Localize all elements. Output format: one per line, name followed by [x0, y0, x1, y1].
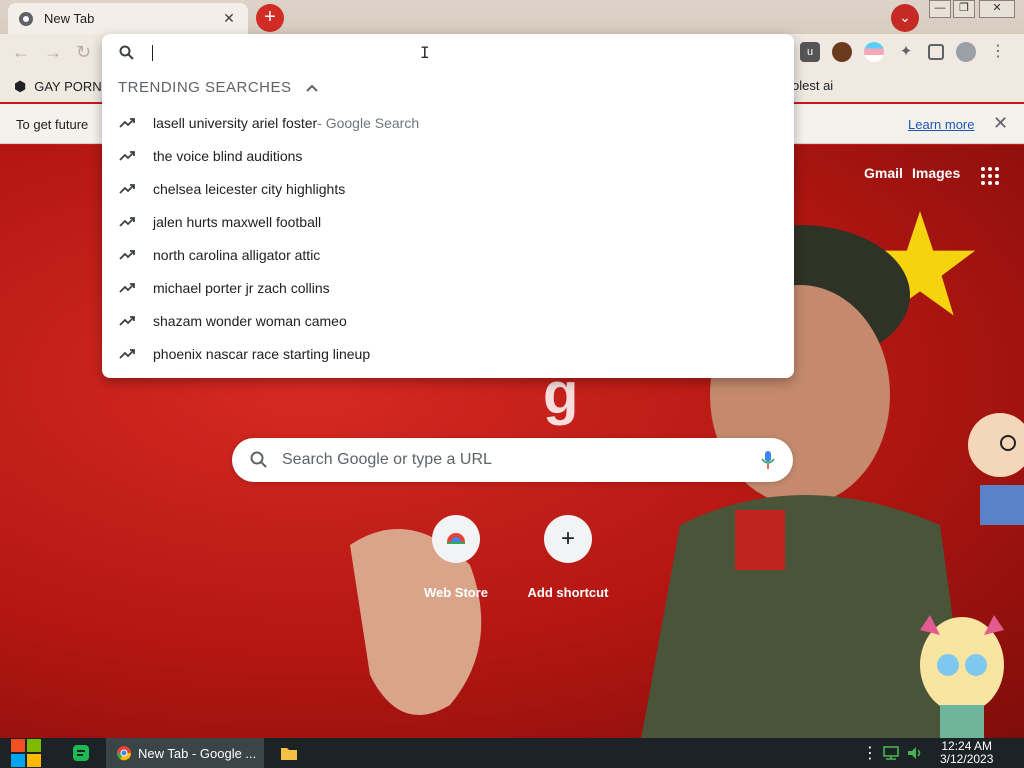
- shortcut-label: Add shortcut: [527, 585, 609, 600]
- suggestion-suffix: - Google Search: [317, 114, 420, 131]
- start-button[interactable]: [10, 738, 42, 768]
- search-icon: [119, 45, 134, 60]
- suggestion-row[interactable]: michael porter jr zach collins: [102, 271, 794, 304]
- microphone-icon[interactable]: [761, 450, 775, 470]
- taskbar-app-green[interactable]: [72, 738, 90, 768]
- bookmark-label: olest ai: [792, 78, 834, 93]
- overflow-icon[interactable]: ⋮: [862, 738, 878, 768]
- suggestion-row[interactable]: north carolina alligator attic: [102, 238, 794, 271]
- close-window-button[interactable]: ✕: [979, 0, 1015, 18]
- tab-close-icon[interactable]: ✕: [220, 10, 238, 27]
- suggestion-text: lasell university ariel foster: [153, 114, 318, 131]
- info-message: To get future: [16, 117, 89, 132]
- trending-up-icon: [119, 348, 135, 359]
- suggestion-row[interactable]: phoenix nascar race starting lineup: [102, 337, 794, 370]
- shortcut-add[interactable]: + Add shortcut: [513, 515, 623, 600]
- shortcut-web-store[interactable]: Web Store: [401, 515, 511, 600]
- tab-title: New Tab: [44, 11, 95, 26]
- taskbar: New Tab - Google ... ⋮ 12:24 AM 3/12/202…: [0, 738, 1024, 768]
- avatar-extension-icon[interactable]: [832, 42, 852, 62]
- suggestion-text: jalen hurts maxwell football: [153, 213, 322, 230]
- suggestion-row[interactable]: shazam wonder woman cameo: [102, 304, 794, 337]
- apps-grid-icon[interactable]: [980, 166, 1000, 186]
- trending-up-icon: [119, 249, 135, 260]
- images-link[interactable]: Images: [912, 165, 960, 181]
- extensions-area: u ✦ ⋮: [800, 42, 1008, 62]
- bookmark-item[interactable]: ⬢ GAY PORN: [14, 78, 102, 95]
- suggestion-text: chelsea leicester city highlights: [153, 180, 346, 197]
- chat-app-icon: [73, 745, 89, 761]
- plus-icon: +: [544, 515, 592, 563]
- windows-logo-icon: [11, 739, 41, 767]
- shortcut-label: Web Store: [423, 585, 489, 600]
- close-infobar-icon[interactable]: ✕: [993, 113, 1008, 134]
- flag-extension-icon[interactable]: [864, 42, 884, 62]
- volume-icon[interactable]: [906, 738, 924, 768]
- mouse-ibeam-cursor-icon: I: [420, 43, 430, 62]
- chevron-up-icon[interactable]: [305, 84, 318, 92]
- taskbar-chrome[interactable]: New Tab - Google ...: [106, 738, 264, 768]
- trending-header-label: TRENDING SEARCHES: [118, 79, 292, 96]
- trending-up-icon: [119, 216, 135, 227]
- web-store-icon: [432, 515, 480, 563]
- suggestion-text: the voice blind auditions: [153, 147, 303, 164]
- suggestion-text: north carolina alligator attic: [153, 246, 321, 263]
- cartoon-star-character-image: [920, 615, 1004, 738]
- taskbar-chrome-label: New Tab - Google ...: [138, 745, 257, 761]
- search-icon: [250, 451, 267, 468]
- taskbar-file-explorer[interactable]: [280, 738, 298, 768]
- search-placeholder: Search Google or type a URL: [282, 451, 492, 468]
- suggestion-row[interactable]: chelsea leicester city highlights: [102, 172, 794, 205]
- suggestion-row[interactable]: jalen hurts maxwell football: [102, 205, 794, 238]
- bookmark-favicon-icon: ⬢: [14, 78, 27, 94]
- folder-icon: [281, 748, 297, 760]
- ublock-icon[interactable]: u: [800, 42, 820, 62]
- forward-icon[interactable]: →: [44, 42, 62, 63]
- new-tab-button[interactable]: +: [256, 4, 284, 32]
- trending-up-icon: [119, 183, 135, 194]
- reload-icon[interactable]: ↻: [76, 42, 91, 63]
- restore-button[interactable]: ❐: [953, 0, 975, 18]
- text-caret: [152, 45, 153, 61]
- suggestion-text: phoenix nascar race starting lineup: [153, 345, 371, 362]
- chrome-icon: [116, 746, 132, 761]
- omnibox-dropdown: I TRENDING SEARCHES lasell university ar…: [102, 34, 794, 378]
- cartoon-character-image: [968, 413, 1024, 525]
- profile-icon[interactable]: [956, 42, 976, 62]
- back-icon[interactable]: ←: [12, 42, 30, 63]
- chrome-icon: [19, 11, 33, 26]
- clock[interactable]: 12:24 AM 3/12/2023: [940, 740, 993, 766]
- tab-strip: New Tab ✕ + ⌄ — ❐ ✕: [0, 0, 1024, 34]
- minimize-button[interactable]: —: [929, 0, 951, 18]
- bookmark-item-right[interactable]: olest ai: [792, 78, 833, 93]
- suggestion-text: shazam wonder woman cameo: [153, 312, 347, 329]
- learn-more-link[interactable]: Learn more: [908, 117, 974, 132]
- trending-up-icon: [119, 315, 135, 326]
- trending-header[interactable]: TRENDING SEARCHES: [118, 79, 318, 96]
- suggestion-text: michael porter jr zach collins: [153, 279, 330, 296]
- trending-up-icon: [119, 117, 135, 128]
- suggestion-row[interactable]: the voice blind auditions: [102, 139, 794, 172]
- page-search-box[interactable]: Search Google or type a URL: [232, 438, 793, 482]
- trending-up-icon: [119, 282, 135, 293]
- gmail-link[interactable]: Gmail: [864, 165, 903, 181]
- trending-up-icon: [119, 150, 135, 161]
- tab-new-tab[interactable]: New Tab ✕: [8, 3, 248, 34]
- tab-search-button[interactable]: ⌄: [891, 4, 919, 32]
- omnibox-input[interactable]: I: [102, 34, 794, 72]
- bookmark-label: GAY PORN: [34, 79, 102, 94]
- clock-date: 3/12/2023: [940, 752, 994, 766]
- menu-icon[interactable]: ⋮: [988, 42, 1008, 62]
- side-panel-icon[interactable]: [928, 44, 944, 60]
- suggestion-row[interactable]: lasell university ariel foster - Google …: [102, 106, 794, 139]
- network-icon[interactable]: [882, 738, 900, 768]
- puzzle-icon[interactable]: ✦: [896, 42, 916, 62]
